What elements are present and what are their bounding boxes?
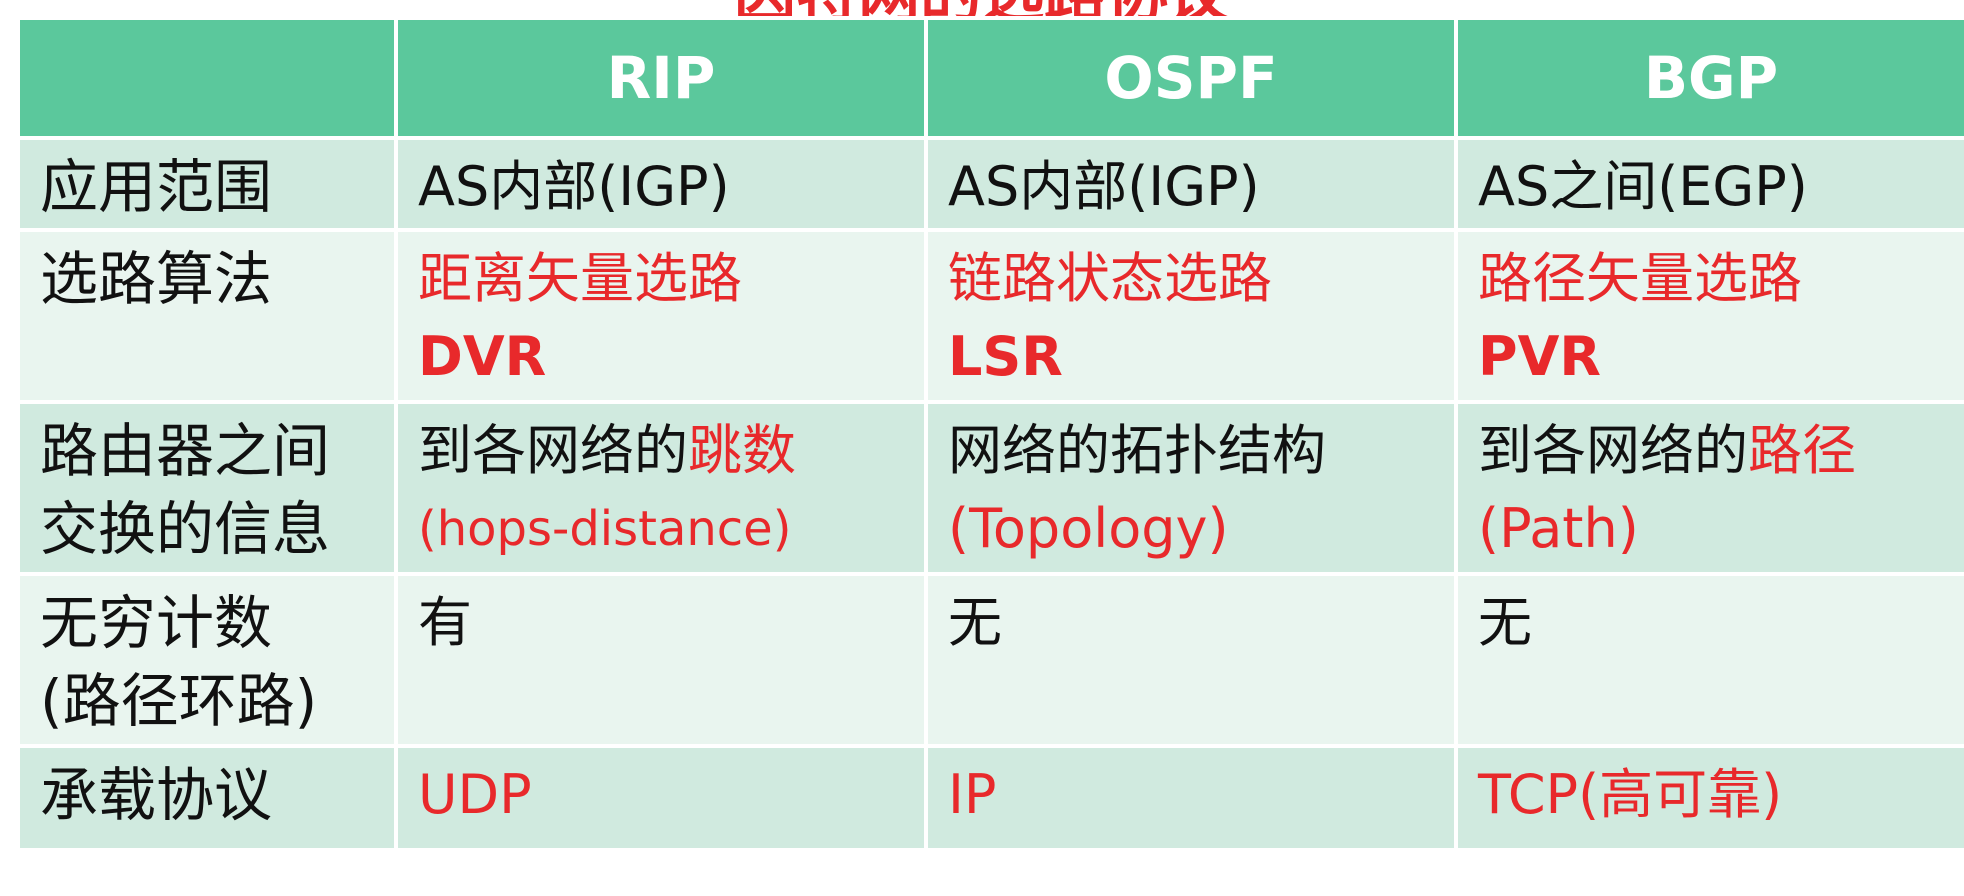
table-row-info: 路由器之间 交换的信息 到各网络的跳数 (hops-distance) 网络的拓… — [16, 400, 1964, 576]
ospf-algorithm-abbr: LSR — [948, 325, 1063, 388]
table-header-row: RIP OSPF BGP — [16, 16, 1964, 140]
header-corner — [16, 16, 398, 140]
slide: 因特网的选路协议 RIP OSPF BGP 应用范围 AS内部(IGP) AS内… — [0, 0, 1964, 896]
bgp-info-line2: (Path) — [1478, 497, 1639, 560]
rip-algorithm-abbr: DVR — [418, 325, 547, 388]
bgp-info-line1: 到各网络的路径 — [1478, 412, 1952, 490]
row-label-scope: 应用范围 — [40, 153, 273, 221]
header-rip: RIP — [394, 16, 928, 140]
row-label-info: 路由器之间 交换的信息 — [22, 406, 392, 568]
bgp-count-to-infinity: 无 — [1478, 591, 1532, 654]
row-label-count-to-infinity: 无穷计数 (路径环路) — [22, 578, 392, 740]
rip-info-line2: (hops-distance) — [418, 501, 792, 557]
bgp-info: 到各网络的路径 (Path) — [1460, 406, 1962, 568]
ospf-info: 网络的拓扑结构 (Topology) — [930, 406, 1452, 568]
rip-info-line1: 到各网络的跳数 — [418, 412, 912, 490]
title-clip: 因特网的选路协议 — [0, 0, 1964, 16]
rip-algorithm-name: 距离矢量选路 — [418, 247, 742, 310]
bgp-transport: TCP(高可靠) — [1478, 763, 1783, 826]
ospf-info-line1: 网络的拓扑结构 — [948, 419, 1326, 482]
bgp-info-highlight: 路径 — [1748, 419, 1856, 482]
ospf-transport: IP — [948, 763, 997, 826]
header-bgp: BGP — [1454, 16, 1964, 140]
rip-scope: AS内部(IGP) — [418, 155, 730, 218]
bgp-scope: AS之间(EGP) — [1478, 155, 1808, 218]
bgp-algorithm: 路径矢量选路 PVR — [1460, 234, 1962, 396]
ospf-count-to-infinity: 无 — [948, 591, 1002, 654]
rip-info-prefix: 到各网络的 — [418, 419, 688, 482]
header-ospf: OSPF — [924, 16, 1458, 140]
table-row-algorithm: 选路算法 距离矢量选路 DVR 链路状态选路 LSR 路径矢量选路 PVR — [16, 228, 1964, 404]
rip-transport: UDP — [418, 763, 532, 826]
row-label-transport: 承载协议 — [40, 761, 273, 829]
ospf-algorithm: 链路状态选路 LSR — [930, 234, 1452, 396]
table-row-scope: 应用范围 AS内部(IGP) AS内部(IGP) AS之间(EGP) — [16, 136, 1964, 232]
rip-algorithm: 距离矢量选路 DVR — [400, 234, 922, 396]
routing-protocol-comparison-table: RIP OSPF BGP 应用范围 AS内部(IGP) AS内部(IGP) AS… — [16, 16, 1964, 852]
rip-info: 到各网络的跳数 (hops-distance) — [400, 406, 922, 568]
row-label-algorithm: 选路算法 — [40, 245, 273, 313]
row-label-cti-line1: 无穷计数 — [40, 589, 273, 657]
ospf-algorithm-name: 链路状态选路 — [948, 247, 1272, 310]
table-row-transport: 承载协议 UDP IP TCP(高可靠) — [16, 744, 1964, 852]
row-label-cti-line2: (路径环路) — [40, 667, 318, 735]
ospf-scope: AS内部(IGP) — [948, 155, 1260, 218]
row-label-info-line2: 交换的信息 — [40, 495, 331, 563]
bgp-info-prefix: 到各网络的 — [1478, 419, 1748, 482]
bgp-algorithm-name: 路径矢量选路 — [1478, 247, 1802, 310]
rip-count-to-infinity: 有 — [418, 591, 472, 654]
table-row-count-to-infinity: 无穷计数 (路径环路) 有 无 无 — [16, 572, 1964, 748]
row-label-info-line1: 路由器之间 — [40, 417, 331, 485]
slide-title: 因特网的选路协议 — [0, 0, 1964, 16]
bgp-algorithm-abbr: PVR — [1478, 325, 1601, 388]
ospf-info-line2: (Topology) — [948, 497, 1229, 560]
rip-info-highlight: 跳数 — [688, 419, 796, 482]
